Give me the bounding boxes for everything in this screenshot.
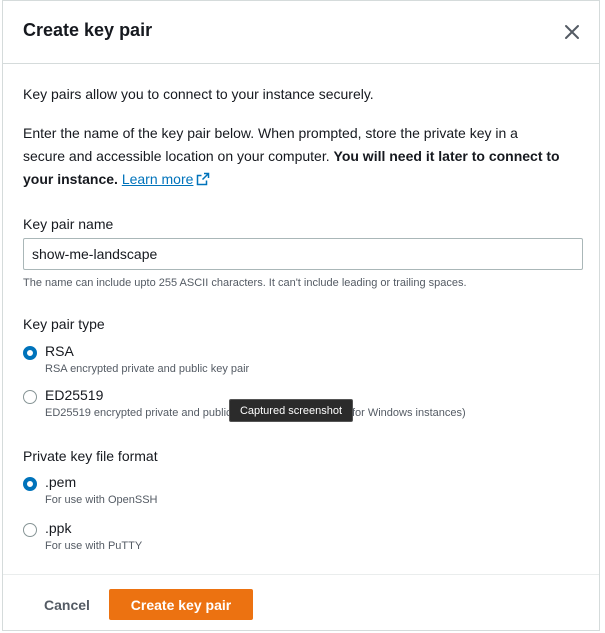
radio-ppk-label: .ppk	[45, 520, 72, 536]
key-pair-name-hint: The name can include upto 255 ASCII char…	[23, 277, 467, 289]
modal-footer: Cancel Create key pair	[3, 574, 599, 631]
radio-rsa[interactable]	[23, 346, 37, 360]
modal-header: Create key pair	[3, 1, 599, 64]
learn-more-link[interactable]: Learn more	[122, 171, 211, 187]
close-icon[interactable]	[561, 21, 583, 43]
key-pair-type-label: Key pair type	[23, 316, 105, 332]
learn-more-label: Learn more	[121, 171, 194, 187]
cancel-button[interactable]: Cancel	[31, 590, 103, 620]
intro-text: Key pairs allow you to connect to your i…	[23, 86, 374, 102]
captured-screenshot-tooltip: Captured screenshot	[229, 399, 353, 422]
radio-ppk-desc: For use with PuTTY	[45, 540, 143, 552]
key-pair-name-label: Key pair name	[23, 216, 114, 232]
radio-pem-label: .pem	[45, 474, 77, 490]
radio-ed25519[interactable]	[23, 390, 37, 404]
radio-rsa-desc: RSA encrypted private and public key pai…	[45, 363, 250, 375]
file-format-label: Private key file format	[23, 448, 158, 464]
radio-ppk[interactable]	[23, 523, 37, 537]
create-key-pair-modal: Create key pair Key pairs allow you to c…	[2, 0, 600, 631]
radio-pem-desc: For use with OpenSSH	[45, 494, 158, 506]
create-key-pair-button[interactable]: Create key pair	[109, 589, 253, 620]
radio-ed25519-label: ED25519	[45, 387, 104, 403]
modal-title: Create key pair	[23, 20, 153, 40]
key-pair-name-input[interactable]	[23, 238, 583, 270]
instructions-text: Enter the name of the key pair below. Wh…	[23, 122, 563, 193]
radio-rsa-label: RSA	[45, 343, 74, 359]
radio-pem[interactable]	[23, 477, 37, 491]
external-link-icon	[196, 170, 210, 193]
